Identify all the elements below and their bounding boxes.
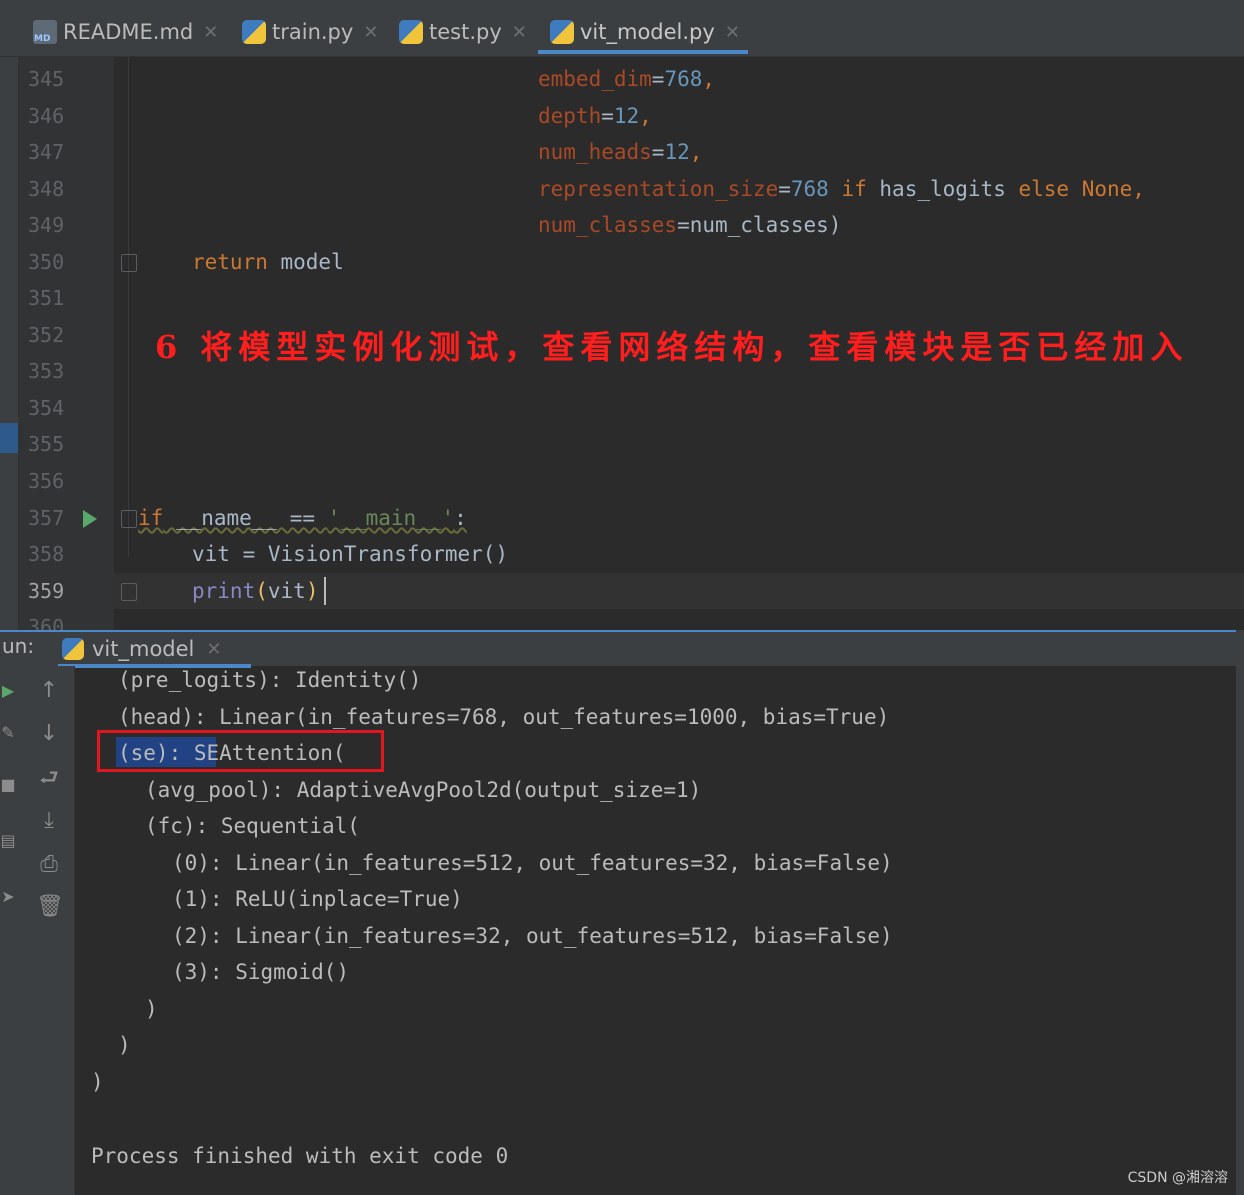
python-file-icon [242,20,266,44]
close-icon[interactable]: ✕ [725,22,740,43]
python-file-icon [399,20,423,44]
tab-label: train.py [272,20,354,44]
code-line-348: representation_size=768 if has_logits el… [538,177,1145,201]
tab-train[interactable]: train.py ✕ [242,10,378,54]
console-line: (2): Linear(in_features=32, out_features… [172,924,893,948]
run-gutter-icon[interactable] [83,510,97,528]
line-number: 348 [28,177,65,201]
tab-readme[interactable]: README.md ✕ [33,10,218,54]
line-number: 352 [28,323,65,347]
code-line-349: num_classes=num_classes) [538,213,842,237]
run-tab-label: vit_model [92,637,195,661]
code-line-346: depth=12, [538,104,652,128]
console-line: ) [118,1033,131,1057]
line-number: 354 [28,396,65,420]
console-line: (0): Linear(in_features=512, out_feature… [172,851,893,875]
line-number: 357 [28,506,65,530]
arrow-up-icon[interactable]: ↑ [36,678,62,704]
tab-vit-model[interactable]: vit_model.py ✕ [538,10,748,54]
tab-test[interactable]: test.py ✕ [399,10,527,54]
tab-bar-left-edge [0,0,18,56]
left-tool-strip [0,57,18,630]
run-label: un: [2,634,35,658]
code-line-358: vit = VisionTransformer() [192,542,509,566]
watermark: CSDN @湘溶溶 [1127,1170,1228,1186]
fold-marker-icon[interactable] [121,510,137,528]
scroll-to-end-icon[interactable]: ⤓ [36,808,62,834]
code-line-359: print(vit) [192,579,319,603]
code-editor[interactable]: 345 346 347 348 349 350 351 352 353 354 … [0,57,1244,630]
fold-marker-icon[interactable] [121,583,137,601]
line-number: 349 [28,213,65,237]
line-number-current: 359 [28,579,65,603]
code-line-357: if __name__ == '__main__': [138,506,467,530]
stop-icon[interactable]: ■ [0,776,16,794]
trash-icon[interactable]: 🗑 [36,894,64,920]
line-number: 353 [28,359,65,383]
text-caret [324,577,326,605]
line-number: 355 [28,432,65,456]
line-number: 345 [28,67,65,91]
close-icon[interactable]: ✕ [363,22,378,43]
close-icon[interactable]: ✕ [206,639,221,660]
close-icon[interactable]: ✕ [512,22,527,43]
run-primary-toolbar: ▶ ✎ ■ ▤ ➤ [0,666,22,1195]
line-number: 351 [28,286,65,310]
console-line: ) [91,1070,104,1094]
console-line: (avg_pool): AdaptiveAvgPool2d(output_siz… [145,778,702,802]
code-line-350: return model [192,250,344,274]
close-icon[interactable]: ✕ [203,22,218,43]
layout-icon[interactable]: ▤ [0,832,16,850]
console-line: (fc): Sequential( [145,814,360,838]
rerun-icon[interactable]: ▶ [0,682,16,700]
wrench-icon[interactable]: ✎ [0,724,16,742]
tab-label: test.py [429,20,502,44]
panel-right-edge [1236,630,1244,1195]
code-line-345: embed_dim=768, [538,67,716,91]
markdown-file-icon [33,20,57,44]
annotation-text: 6 将模型实例化测试，查看网络结构，查看模块是否已经加入 [155,328,1189,366]
line-number: 360 [28,615,65,630]
tab-label: vit_model.py [580,20,715,44]
soft-wrap-icon[interactable]: ⮐ [36,766,62,792]
arrow-down-icon[interactable]: ↓ [36,721,62,747]
fold-marker-icon[interactable] [121,254,137,272]
highlight-box [97,730,384,772]
print-icon[interactable]: ⎙ [36,852,62,878]
line-number: 347 [28,140,65,164]
indent-guide [128,57,129,557]
tab-label: README.md [63,20,194,44]
line-number: 356 [28,469,65,493]
run-secondary-toolbar: ↑ ↓ ⮐ ⤓ ⎙ 🗑 [22,666,75,1195]
python-file-icon [550,20,574,44]
strip-marker [0,423,18,453]
console-line: (1): ReLU(inplace=True) [172,887,463,911]
python-file-icon [62,638,84,660]
pin-icon[interactable]: ➤ [0,888,16,906]
run-panel-header: un: vit_model ✕ [0,630,1236,668]
console-line: (3): Sigmoid() [172,960,350,984]
process-finished-message: Process finished with exit code 0 [91,1144,509,1168]
run-tab-vit-model[interactable]: vit_model ✕ [57,632,253,668]
console-line: ) [145,997,158,1021]
line-number: 346 [28,104,65,128]
console-line: (pre_logits): Identity() [118,668,422,692]
line-number: 350 [28,250,65,274]
editor-tab-bar: README.md ✕ train.py ✕ test.py ✕ vit_mod… [0,0,1244,57]
line-number: 358 [28,542,65,566]
code-line-347: num_heads=12, [538,140,703,164]
